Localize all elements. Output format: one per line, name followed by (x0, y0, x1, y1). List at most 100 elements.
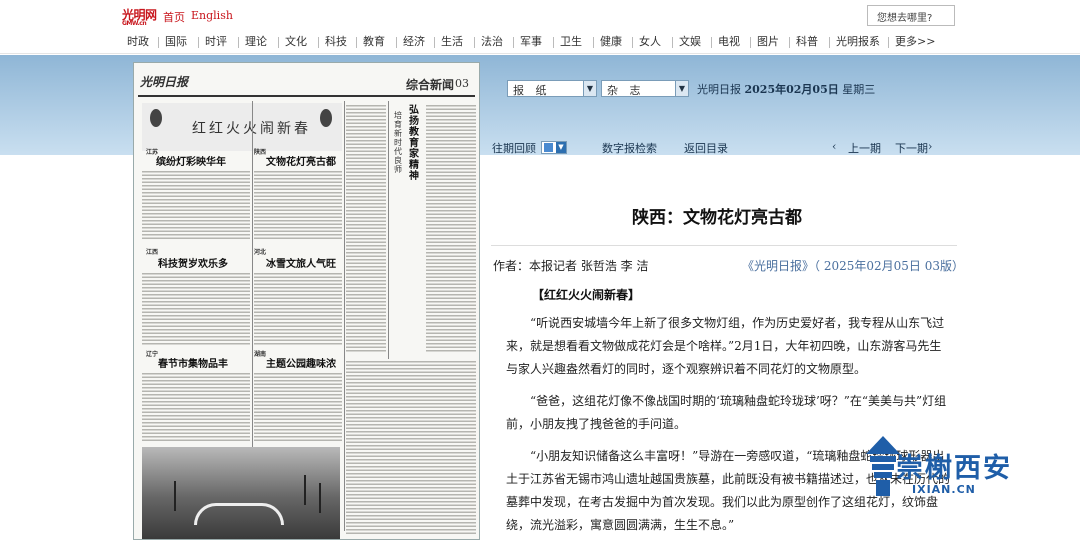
nav-separator (278, 37, 279, 48)
paper-select[interactable]: 报 纸 ▼ (507, 80, 597, 97)
magazine-select[interactable]: 杂 志 ▼ (601, 80, 689, 97)
paper-headline[interactable]: 主题公园趣味浓 (266, 355, 336, 370)
paper-text-block (142, 271, 250, 345)
home-link[interactable]: 首页 (163, 9, 185, 25)
site-logo[interactable]: 光明网 GMW.cn (122, 6, 157, 27)
back-to-index-link[interactable]: 返回目录 (684, 140, 728, 156)
nav-item[interactable]: 图片 (757, 33, 779, 49)
nav-item[interactable]: 国际 (165, 33, 187, 49)
article-divider (491, 245, 957, 246)
paper-region: 辽宁 (146, 351, 159, 358)
nav-item[interactable]: 时政 (127, 33, 149, 49)
nav-separator (711, 37, 712, 48)
paper-region: 湖南 (254, 351, 267, 358)
nav-separator (672, 37, 673, 48)
channel-nav: 时政 国际 时评 理论 文化 科技 教育 经济 生活 法治 军事 卫生 健康 女人 文娱 电视 图片 科普 光明报系… (0, 32, 1080, 54)
nav-item[interactable]: 经济 (403, 33, 425, 49)
paper-text-block (142, 371, 250, 443)
magazine-select-value: 杂 志 (607, 84, 645, 97)
article-author: 作者：本报记者 张哲浩 李 洁 (493, 259, 649, 273)
nav-item[interactable]: 女人 (639, 33, 661, 49)
paper-text-block (426, 103, 476, 353)
nav-separator (474, 37, 475, 48)
paper-text-block (142, 169, 250, 239)
paper-headline[interactable]: 文物花灯亮古都 (266, 153, 336, 168)
past-review-label: 往期回顾 (492, 142, 536, 155)
nav-item[interactable]: 科技 (325, 33, 347, 49)
paper-headline[interactable]: 冰雪文旅人气旺 (266, 255, 336, 270)
nav-item[interactable]: 文娱 (679, 33, 701, 49)
nav-separator (513, 37, 514, 48)
calendar-icon (544, 143, 553, 152)
chevron-right-icon[interactable]: › (928, 140, 932, 153)
tree-shape (174, 481, 176, 511)
nav-item[interactable]: 教育 (363, 33, 385, 49)
paper-headline[interactable]: 春节市集物品丰 (158, 355, 228, 370)
nav-item[interactable]: 军事 (520, 33, 542, 49)
nav-item[interactable]: 文化 (285, 33, 307, 49)
paper-masthead: 光明日报 (140, 75, 189, 89)
nav-separator (238, 37, 239, 48)
paper-headline[interactable]: 缤纷灯彩映华年 (156, 153, 226, 168)
newspaper-page-image[interactable]: 光明日报 综合新闻 03 红红火火闹新春 江苏 缤纷灯彩映华年 陕西 文物花灯亮… (133, 62, 480, 540)
prev-issue-link[interactable]: 上一期 (848, 140, 881, 156)
paper-page-number: 03 (455, 77, 469, 90)
paper-select-value: 报 纸 (513, 84, 551, 97)
nav-separator (593, 37, 594, 48)
nav-item[interactable]: 卫生 (560, 33, 582, 49)
paper-section-title: 综合新闻 (406, 78, 455, 92)
nav-item[interactable]: 时评 (205, 33, 227, 49)
nav-item[interactable]: 生活 (441, 33, 463, 49)
nav-item[interactable]: 健康 (600, 33, 622, 49)
paper-headline[interactable]: 科技贺岁欢乐多 (158, 255, 228, 270)
paper-text-block (346, 103, 386, 353)
nav-separator (829, 37, 830, 48)
nav-separator (553, 37, 554, 48)
paper-region: 河北 (254, 249, 267, 256)
top-bar: 光明网 GMW.cn 首页 English 您想去哪里? (0, 0, 1080, 32)
nav-separator (396, 37, 397, 48)
search-input[interactable]: 您想去哪里? (867, 5, 955, 26)
bridge-shape (194, 503, 284, 525)
watermark-text: 崇榭西安 (896, 453, 1012, 484)
nav-separator (434, 37, 435, 48)
english-link[interactable]: English (191, 9, 233, 22)
paper-text-block (254, 371, 342, 443)
issue-weekday: 星期三 (842, 83, 876, 96)
tree-shape (304, 475, 306, 505)
nav-separator (318, 37, 319, 48)
nav-separator (356, 37, 357, 48)
column-divider (344, 101, 345, 531)
nav-item[interactable]: 科普 (796, 33, 818, 49)
issue-dateline: 光明日报 2025年02月05日 星期三 (697, 81, 875, 97)
article-paragraph: “爸爸，这组花灯像不像战国时期的‘琉璃釉盘蛇玲珑球’呀？”在“美美与共”灯组前，… (506, 394, 947, 431)
paper-region: 陕西 (254, 149, 267, 156)
paper-text-block (254, 169, 342, 239)
issue-date: 2025年02月05日 (744, 83, 839, 96)
lantern-icon (320, 109, 332, 127)
chevron-left-icon[interactable]: ‹ (832, 140, 836, 153)
past-review-select[interactable]: ▼ (541, 141, 567, 154)
chevron-down-icon: ▼ (583, 81, 596, 96)
paper-text-block (346, 359, 476, 535)
nav-item[interactable]: 法治 (481, 33, 503, 49)
nav-item[interactable]: 更多>> (895, 33, 935, 49)
paper-name: 光明日报 (697, 83, 741, 96)
nav-item[interactable]: 光明报系 (836, 33, 880, 49)
paper-vertical-headline[interactable]: 弘扬教育家精神 (409, 105, 423, 182)
next-issue-link[interactable]: 下一期 (895, 140, 928, 156)
nav-item[interactable]: 理论 (245, 33, 267, 49)
site-watermark: 崇榭西安 IXIAN.CN (866, 436, 1066, 506)
article-paragraph: “听说西安城墙今年上新了很多文物灯组，作为历史爱好者，我专程从山东飞过来，就是想… (506, 316, 945, 376)
nav-separator (888, 37, 889, 48)
digital-search-link[interactable]: 数字报检索 (602, 140, 657, 156)
tree-shape (319, 483, 321, 513)
nav-item[interactable]: 电视 (718, 33, 740, 49)
tower-icon (866, 436, 900, 496)
chevron-down-icon: ▼ (556, 142, 566, 153)
paper-text-block (254, 271, 342, 345)
paper-vertical-subhead: 培育新时代良师 (394, 111, 402, 174)
paper-photo[interactable] (142, 447, 340, 539)
chevron-down-icon: ▼ (675, 81, 688, 96)
nav-separator (789, 37, 790, 48)
